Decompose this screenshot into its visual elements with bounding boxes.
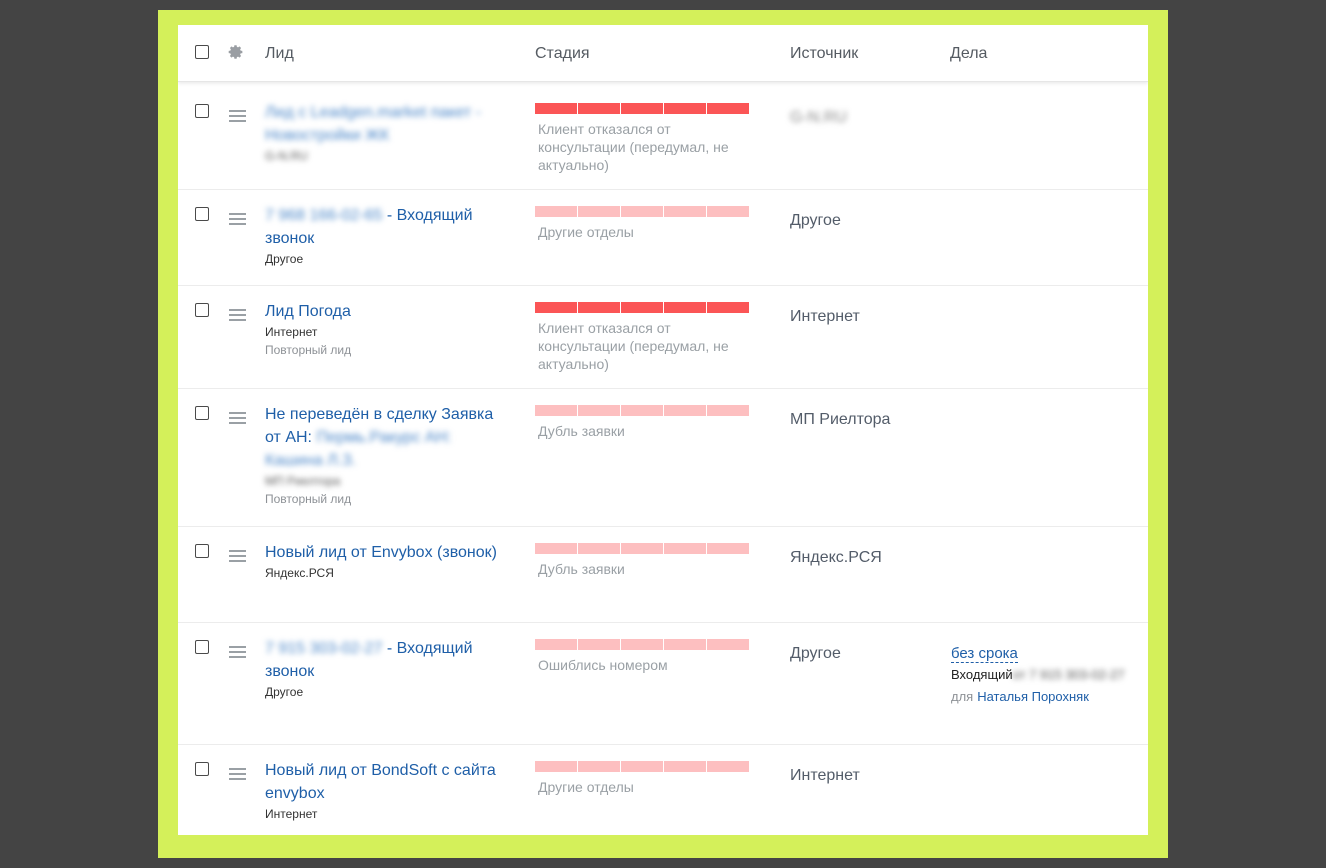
row-checkbox[interactable] <box>195 207 209 221</box>
lead-source-text: G-N.RU <box>265 149 308 163</box>
stage-progress-bar[interactable] <box>535 206 749 217</box>
lead-title-link[interactable]: Не переведён в сделку Заявка от АН: Перм… <box>265 403 505 472</box>
source-cell: МП Риелтора <box>790 411 891 428</box>
task-type[interactable]: Входящийот 7 915 303-02-27 <box>951 665 1131 685</box>
repeat-lead-label: Повторный лид <box>265 492 352 506</box>
task-cell: без срока Входящийот 7 915 303-02-27 для… <box>951 645 1131 707</box>
drag-handle-icon[interactable] <box>229 110 246 122</box>
table-row[interactable]: Новый лид от Envybox (звонок) Яндекс.РСЯ… <box>178 527 1148 623</box>
lead-source-text: Интернет <box>265 325 318 339</box>
gear-icon[interactable] <box>228 44 244 60</box>
lead-source-text: Другое <box>265 685 304 699</box>
row-checkbox[interactable] <box>195 544 209 558</box>
stage-label: Клиент отказался от консультации (переду… <box>538 121 729 173</box>
drag-handle-icon[interactable] <box>229 412 246 424</box>
stage-progress-bar[interactable] <box>535 103 749 114</box>
leads-table-body: Лид с Leadgen.market пакет - Новостройки… <box>178 87 1148 835</box>
source-cell: Интернет <box>790 308 860 325</box>
stage-label: Дубль заявки <box>538 561 625 577</box>
lead-title-link[interactable]: Новый лид от Envybox (звонок) <box>265 541 505 564</box>
leads-list-panel: Лид Стадия Источник Дела Лид с Leadgen.m… <box>178 25 1148 835</box>
stage-label: Другие отделы <box>538 779 634 795</box>
stage-progress-bar[interactable] <box>535 639 749 650</box>
row-checkbox[interactable] <box>195 762 209 776</box>
row-checkbox[interactable] <box>195 303 209 317</box>
stage-progress-bar[interactable] <box>535 543 749 554</box>
column-lead[interactable]: Лид <box>265 45 294 63</box>
repeat-lead-label: Повторный лид <box>265 343 352 357</box>
table-row[interactable]: 7 968 166-02-65 - Входящий звонок Другое… <box>178 190 1148 286</box>
lead-title-link[interactable]: Лид с Leadgen.market пакет - Новостройки… <box>265 101 505 147</box>
task-deadline-link[interactable]: без срока <box>951 645 1018 663</box>
column-tasks[interactable]: Дела <box>950 45 987 63</box>
stage-label: Дубль заявки <box>538 423 625 439</box>
table-row[interactable]: 7 915 303-02-27 - Входящий звонок Другое… <box>178 623 1148 745</box>
table-row[interactable]: Лид Погода Интернет Повторный лид Клиент… <box>178 286 1148 389</box>
stage-progress-bar[interactable] <box>535 302 749 313</box>
source-cell: Яндекс.РСЯ <box>790 549 882 566</box>
stage-label: Другие отделы <box>538 224 634 240</box>
source-cell: Интернет <box>790 767 860 784</box>
stage-label: Ошиблись номером <box>538 657 668 673</box>
table-row[interactable]: Не переведён в сделку Заявка от АН: Перм… <box>178 389 1148 527</box>
lead-source-text: МП Риелтора <box>265 474 341 488</box>
source-cell: Другое <box>790 645 841 662</box>
row-checkbox[interactable] <box>195 104 209 118</box>
table-header: Лид Стадия Источник Дела <box>178 25 1148 82</box>
select-all-checkbox[interactable] <box>195 45 209 59</box>
table-row[interactable]: Новый лид от BondSoft с сайта envybox Ин… <box>178 745 1148 835</box>
table-row[interactable]: Лид с Leadgen.market пакет - Новостройки… <box>178 87 1148 190</box>
column-stage[interactable]: Стадия <box>535 45 590 63</box>
drag-handle-icon[interactable] <box>229 646 246 658</box>
task-assignee: для Наталья Порохняк <box>951 689 1089 704</box>
lead-source-text: Другое <box>265 252 304 266</box>
drag-handle-icon[interactable] <box>229 550 246 562</box>
drag-handle-icon[interactable] <box>229 768 246 780</box>
lead-title-link[interactable]: Лид Погода <box>265 300 505 323</box>
assignee-link[interactable]: Наталья Порохняк <box>977 689 1089 704</box>
row-checkbox[interactable] <box>195 640 209 654</box>
row-checkbox[interactable] <box>195 406 209 420</box>
source-cell: G-N.RU <box>790 109 847 126</box>
lead-source-text: Интернет <box>265 807 318 821</box>
column-source[interactable]: Источник <box>790 45 858 63</box>
drag-handle-icon[interactable] <box>229 309 246 321</box>
lead-title-link[interactable]: Новый лид от BondSoft с сайта envybox <box>265 759 505 805</box>
lead-source-text: Яндекс.РСЯ <box>265 566 334 580</box>
stage-label: Клиент отказался от консультации (переду… <box>538 320 729 372</box>
source-cell: Другое <box>790 212 841 229</box>
lead-title-link[interactable]: 7 915 303-02-27 - Входящий звонок <box>265 637 505 683</box>
stage-progress-bar[interactable] <box>535 405 749 416</box>
lead-title-link[interactable]: 7 968 166-02-65 - Входящий звонок <box>265 204 505 250</box>
drag-handle-icon[interactable] <box>229 213 246 225</box>
stage-progress-bar[interactable] <box>535 761 749 772</box>
